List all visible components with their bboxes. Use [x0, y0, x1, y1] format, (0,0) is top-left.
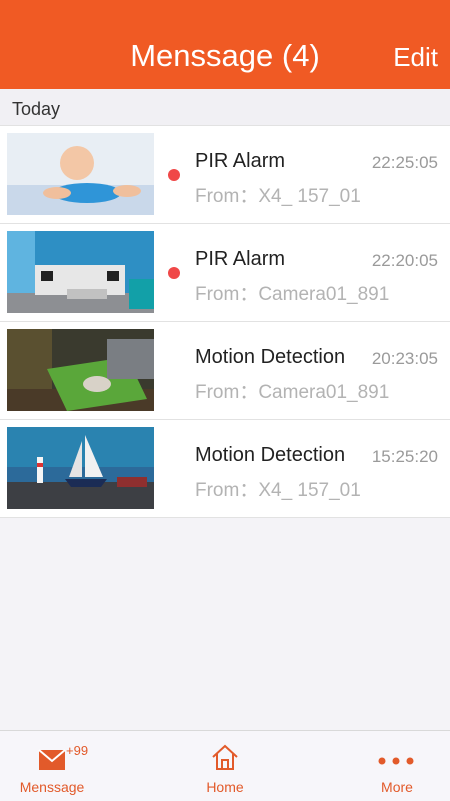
message-time: 22:20:05: [371, 251, 438, 270]
baby-photo-thumbnail: [7, 133, 154, 215]
message-source: From：Camera01_891: [195, 382, 390, 403]
message-time: 20:23:05: [371, 349, 438, 368]
message-source: From：X4_ 157_01: [195, 186, 361, 207]
tab-message[interactable]: +99 Menssage: [0, 731, 104, 801]
message-title: PIR Alarm: [195, 248, 286, 270]
envelope-icon: [38, 749, 66, 770]
message-title: PIR Alarm: [195, 150, 286, 172]
tab-more-label: More: [381, 779, 413, 795]
tab-message-label: Menssage: [19, 779, 85, 795]
tab-more[interactable]: More: [360, 731, 434, 801]
message-list: PIR Alarm 22:25:05 From：X4_ 157_01 PIR A…: [0, 125, 450, 518]
home-icon: [212, 744, 238, 770]
message-time: 22:25:05: [371, 153, 438, 172]
edit-button[interactable]: Edit: [393, 42, 438, 73]
unread-dot: [168, 169, 180, 181]
lounge-photo-thumbnail: [7, 329, 154, 411]
sailboat-photo-thumbnail: [7, 427, 154, 509]
living-room-photo-thumbnail: [7, 231, 154, 313]
section-label: Today: [12, 99, 61, 119]
message-time: 15:25:20: [371, 447, 438, 466]
more-dots-icon: [378, 757, 414, 765]
bottom-tab-bar: +99 Menssage Home More: [0, 730, 450, 801]
message-row[interactable]: Motion Detection 15:25:20 From：X4_ 157_0…: [0, 420, 450, 518]
app-header: Menssage (4) Edit: [0, 0, 450, 89]
section-header: Today: [0, 89, 450, 125]
message-title: Motion Detection: [195, 444, 346, 466]
message-row[interactable]: PIR Alarm 22:25:05 From：X4_ 157_01: [0, 126, 450, 224]
message-row[interactable]: PIR Alarm 22:20:05 From：Camera01_891: [0, 224, 450, 322]
page-title: Menssage (4): [130, 38, 320, 73]
message-source: From：X4_ 157_01: [195, 480, 361, 501]
message-row[interactable]: Motion Detection 20:23:05 From：Camera01_…: [0, 322, 450, 420]
tab-home[interactable]: Home: [185, 731, 265, 801]
message-title: Motion Detection: [195, 346, 346, 368]
message-source: From：Camera01_891: [195, 284, 390, 305]
unread-dot: [168, 267, 180, 279]
tab-home-label: Home: [206, 779, 244, 795]
message-badge: +99: [66, 743, 89, 758]
